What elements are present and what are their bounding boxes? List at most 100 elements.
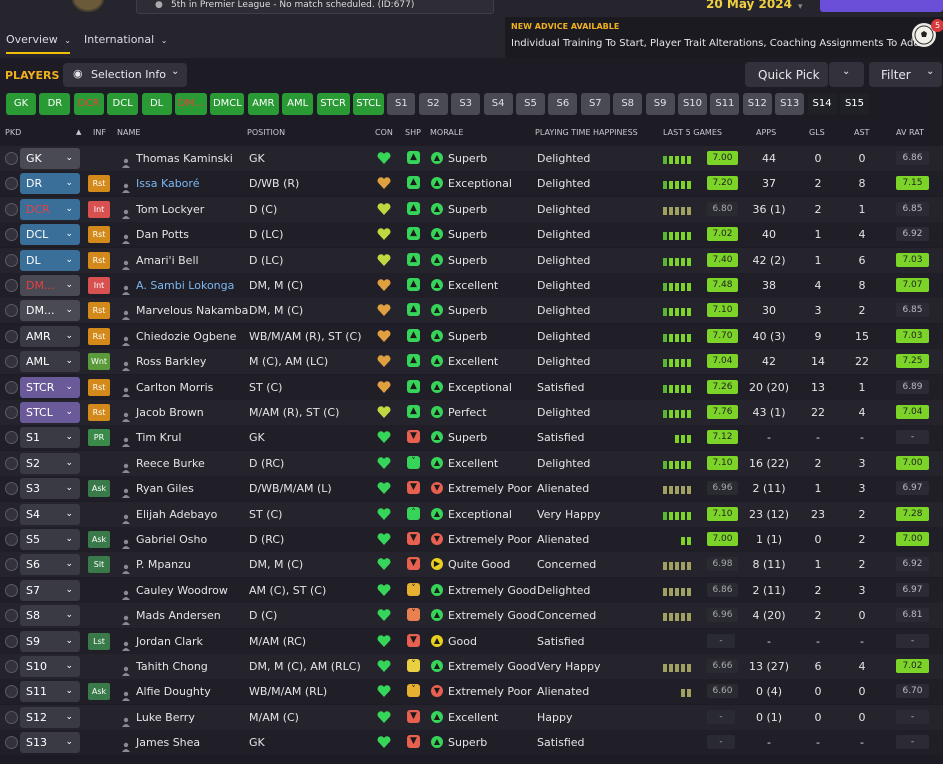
info-badge[interactable]: Rst	[88, 404, 110, 421]
table-row[interactable]: S10 ⌄ Tahith Chong DM, M (C), AM (RLC) ˅ ▲ Ext…	[0, 654, 943, 679]
info-badge[interactable]: Wnt	[88, 353, 110, 371]
player-name[interactable]: Ross Barkley	[136, 355, 206, 368]
player-name[interactable]: P. Mpanzu	[136, 558, 191, 571]
info-badge[interactable]: Rst	[88, 175, 110, 193]
player-name[interactable]: Elijah Adebayo	[136, 508, 217, 521]
info-badge[interactable]: Rst	[88, 327, 110, 345]
picked-checkbox[interactable]	[5, 228, 18, 242]
player-name[interactable]: James Shea	[136, 736, 200, 749]
tab-overview[interactable]: Overview ⌄	[6, 28, 71, 54]
table-row[interactable]: S11 ⌄ Ask Alfie Doughty WB/M/AM (RL) ˅ ▼ Extrem…	[0, 679, 943, 705]
table-row[interactable]: AMR ⌄ Rst Chiedozie Ogbene WB/M/AM (R), ST (…	[0, 323, 943, 349]
player-name[interactable]: Luke Berry	[136, 711, 195, 724]
info-badge[interactable]: PR	[88, 429, 110, 447]
player-name[interactable]: Issa Kaboré	[136, 177, 199, 190]
picked-checkbox[interactable]	[5, 304, 18, 318]
picked-checkbox[interactable]	[5, 279, 18, 292]
position-select[interactable]: AMR ⌄	[20, 325, 80, 347]
col-con[interactable]: CON	[375, 128, 393, 137]
position-filter-s2[interactable]: S2	[418, 93, 448, 115]
position-select[interactable]: S13 ⌄	[20, 732, 80, 754]
table-row[interactable]: S2 ⌄ Reece Burke D (RC) ˅ ▲ Excellent Delighted…	[0, 450, 943, 476]
picked-checkbox[interactable]	[5, 533, 18, 546]
position-select[interactable]: DCL ⌄	[20, 224, 80, 246]
position-filter-aml[interactable]: AML	[282, 93, 314, 115]
picked-checkbox[interactable]	[5, 660, 18, 673]
news-ticker[interactable]: ● 5th in Premier League - No match sched…	[136, 0, 494, 14]
col-pkd[interactable]: PKD	[5, 128, 21, 137]
position-select[interactable]: DL ⌄	[20, 249, 80, 271]
info-badge[interactable]: Ask	[88, 531, 110, 548]
position-select[interactable]: S3 ⌄	[20, 478, 80, 500]
table-row[interactable]: DCL ⌄ Rst Dan Potts D (LC) ▲ ▲ Superb Delighted 7…	[0, 222, 943, 248]
position-filter-amr[interactable]: AMR	[247, 93, 279, 115]
picked-checkbox[interactable]	[5, 329, 18, 343]
table-row[interactable]: S4 ⌄ Elijah Adebayo ST (C) ˄ ▲ Exceptional Very…	[0, 501, 943, 527]
position-filter-stcr[interactable]: STCR	[316, 93, 350, 115]
table-row[interactable]: STCR ⌄ Rst Carlton Morris ST (C) ▲ ▲ Exceptiona…	[0, 374, 943, 400]
position-select[interactable]: S8 ⌄	[20, 605, 80, 627]
col-morale[interactable]: MORALE	[430, 128, 463, 137]
player-name[interactable]: Jacob Brown	[136, 406, 204, 419]
position-select[interactable]: S10 ⌄	[20, 656, 80, 677]
table-row[interactable]: S5 ⌄ Ask Gabriel Osho D (RC) ▼ ▼ Extremely Poor…	[0, 527, 943, 552]
picked-checkbox[interactable]	[5, 558, 18, 572]
info-badge[interactable]: Rst	[88, 302, 110, 320]
table-row[interactable]: DCR ⌄ Int Tom Lockyer D (C) ▲ ▲ Superb Delighted…	[0, 196, 943, 222]
advice-panel[interactable]: NEW ADVICE AVAILABLE Individual Training…	[505, 17, 943, 58]
player-name[interactable]: Chiedozie Ogbene	[136, 330, 236, 343]
continue-button[interactable]	[820, 0, 943, 12]
position-select[interactable]: GK ⌄	[20, 148, 80, 169]
col-happiness[interactable]: PLAYING TIME HAPPINESS	[535, 128, 638, 137]
player-name[interactable]: Tom Lockyer	[136, 203, 204, 216]
table-row[interactable]: DR ⌄ Rst Issa Kaboré D/WB (R) ▲ ▲ Exceptional De…	[0, 171, 943, 197]
player-name[interactable]: Marvelous Nakamba	[136, 304, 248, 317]
table-row[interactable]: S7 ⌄ Cauley Woodrow AM (C), ST (C) ˅ ▲ Extreme…	[0, 577, 943, 603]
position-filter-s9[interactable]: S9	[645, 93, 675, 115]
picked-checkbox[interactable]	[5, 710, 18, 724]
position-filter-s10[interactable]: S10	[678, 93, 707, 115]
info-badge[interactable]: Ask	[88, 480, 110, 498]
player-name[interactable]: Tim Krul	[136, 431, 181, 444]
position-select[interactable]: S12 ⌄	[20, 706, 80, 728]
picked-checkbox[interactable]	[5, 609, 18, 623]
position-select[interactable]: DM... ⌄	[20, 275, 80, 296]
position-filter-dmcl[interactable]: DMCL	[210, 93, 245, 115]
player-name[interactable]: Ryan Giles	[136, 482, 194, 495]
table-row[interactable]: DM... ⌄ Int A. Sambi Lokonga DM, M (C) ▲ ▲ Exce…	[0, 273, 943, 298]
info-badge[interactable]: Int	[88, 277, 110, 294]
position-select[interactable]: DCR ⌄	[20, 198, 80, 220]
position-filter-s7[interactable]: S7	[580, 93, 610, 115]
col-apps[interactable]: APPS	[756, 128, 776, 137]
position-select[interactable]: S9 ⌄	[20, 630, 80, 652]
picked-checkbox[interactable]	[5, 634, 18, 648]
player-name[interactable]: Alfie Doughty	[136, 685, 211, 698]
quick-pick-button[interactable]: Quick Pick	[745, 62, 828, 87]
info-badge[interactable]: Rst	[88, 226, 110, 244]
position-select[interactable]: S4 ⌄	[20, 503, 80, 525]
col-shp[interactable]: SHP	[405, 128, 421, 137]
table-row[interactable]: DL ⌄ Rst Amari'i Bell D (LC) ▲ ▲ Superb Delighte…	[0, 247, 943, 273]
table-row[interactable]: STCL ⌄ Rst Jacob Brown M/AM (R), ST (C) ▲ ▲ Per…	[0, 400, 943, 425]
table-row[interactable]: DM... ⌄ Rst Marvelous Nakamba DM, M (C) ▲ ▲ Sup…	[0, 298, 943, 324]
player-name[interactable]: A. Sambi Lokonga	[136, 279, 234, 292]
col-name[interactable]: NAME	[117, 128, 140, 137]
selection-info-dropdown[interactable]: ◉ Selection Info ⌄	[63, 63, 187, 87]
position-select[interactable]: S1 ⌄	[20, 427, 80, 449]
club-crest-icon[interactable]	[72, 0, 104, 12]
info-badge[interactable]: Int	[88, 200, 110, 218]
info-badge[interactable]: Slt	[88, 556, 110, 574]
player-name[interactable]: Carlton Morris	[136, 381, 213, 394]
position-select[interactable]: DM... ⌄	[20, 300, 80, 322]
player-name[interactable]: Dan Potts	[136, 228, 189, 241]
col-last5[interactable]: LAST 5 GAMES	[663, 128, 722, 137]
position-filter-dl[interactable]: DL	[141, 93, 172, 115]
position-filter-s1[interactable]: S1	[387, 93, 416, 115]
position-filter-s13[interactable]: S13	[775, 93, 805, 115]
position-filter-s12[interactable]: S12	[742, 93, 772, 115]
table-row[interactable]: S9 ⌄ Lst Jordan Clark M/AM (RC) ▼ ▲ Good Satisfi…	[0, 628, 943, 654]
picked-checkbox[interactable]	[5, 685, 18, 699]
col-ast[interactable]: AST	[854, 128, 869, 137]
picked-checkbox[interactable]	[5, 482, 18, 496]
player-name[interactable]: Mads Andersen	[136, 609, 221, 622]
